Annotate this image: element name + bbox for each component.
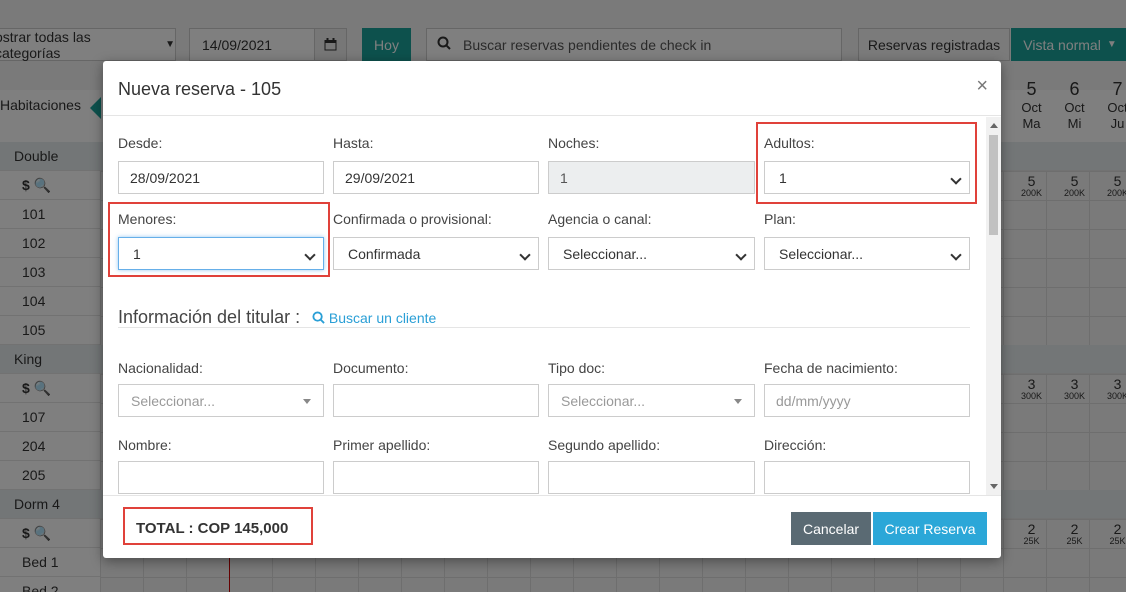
scroll-thumb[interactable] (989, 135, 998, 235)
hasta-input[interactable]: 29/09/2021 (333, 161, 539, 194)
modal-body: Desde: 28/09/2021 Hasta: 29/09/2021 Noch… (103, 117, 1001, 495)
new-reservation-modal: Nueva reserva - 105 × Desde: 28/09/2021 … (103, 61, 1001, 558)
agencia-label: Agencia o canal: (548, 211, 652, 227)
agencia-select[interactable]: Seleccionar... (548, 237, 755, 270)
modal-footer: TOTAL : COP 145,000 Cancelar Crear Reser… (103, 495, 1001, 558)
menores-highlight (108, 202, 330, 277)
modal-scrollbar[interactable] (986, 117, 1001, 495)
primer-apellido-label: Primer apellido: (333, 437, 431, 453)
documento-input[interactable] (333, 384, 539, 417)
segundo-apellido-input[interactable] (548, 461, 755, 494)
desde-input[interactable]: 28/09/2021 (118, 161, 324, 194)
nacionalidad-select[interactable]: Seleccionar... (118, 384, 324, 417)
holder-section-title: Información del titular : (118, 307, 301, 327)
desde-label: Desde: (118, 135, 163, 151)
nombre-label: Nombre: (118, 437, 172, 453)
hasta-label: Hasta: (333, 135, 374, 151)
primer-apellido-input[interactable] (333, 461, 539, 494)
tipo-doc-label: Tipo doc: (548, 360, 606, 376)
scroll-down-icon[interactable] (990, 484, 998, 489)
modal-header: Nueva reserva - 105 × (103, 61, 1001, 116)
direccion-label: Dirección: (764, 437, 827, 453)
search-client-link[interactable]: Buscar un cliente (312, 310, 436, 326)
plan-select[interactable]: Seleccionar... (764, 237, 970, 270)
modal-title: Nueva reserva - 105 (118, 79, 282, 99)
fecha-nacimiento-input[interactable]: dd/mm/yyyy (764, 384, 970, 417)
confirmada-label: Confirmada o provisional: (333, 211, 492, 227)
cancel-button[interactable]: Cancelar (791, 512, 871, 545)
total-amount: TOTAL : COP 145,000 (136, 520, 289, 537)
adultos-highlight (756, 122, 977, 204)
segundo-apellido-label: Segundo apellido: (548, 437, 661, 453)
direccion-input[interactable] (764, 461, 970, 494)
nacionalidad-label: Nacionalidad: (118, 360, 203, 376)
section-divider (118, 327, 970, 328)
search-icon (312, 311, 325, 324)
search-client-label: Buscar un cliente (328, 310, 437, 326)
nombre-input[interactable] (118, 461, 324, 494)
plan-label: Plan: (764, 211, 796, 227)
tipo-doc-select[interactable]: Seleccionar... (548, 384, 755, 417)
noches-input: 1 (548, 161, 755, 194)
fecha-nacimiento-label: Fecha de nacimiento: (764, 360, 898, 376)
scroll-up-icon[interactable] (990, 123, 998, 128)
noches-label: Noches: (548, 135, 600, 151)
confirmada-select[interactable]: Confirmada (333, 237, 539, 270)
create-reservation-button[interactable]: Crear Reserva (873, 512, 987, 545)
close-icon[interactable]: × (976, 75, 988, 98)
documento-label: Documento: (333, 360, 409, 376)
